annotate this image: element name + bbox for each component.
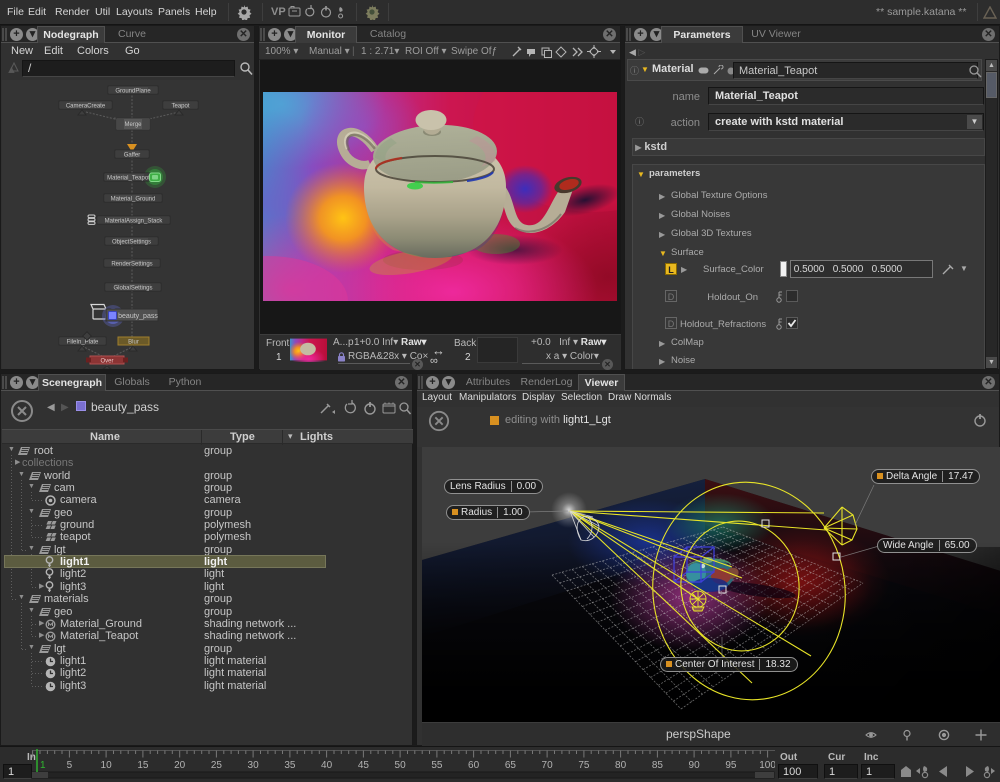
- svg-text:100: 100: [759, 760, 775, 771]
- svg-text:25: 25: [211, 760, 223, 771]
- svg-text:ObjectSettings: ObjectSettings: [112, 240, 151, 246]
- svg-text:Gaffer: Gaffer: [124, 153, 141, 159]
- svg-text:RenderSettings: RenderSettings: [111, 262, 152, 268]
- svg-text:30: 30: [248, 760, 260, 771]
- svg-text:GlobalSettings: GlobalSettings: [113, 286, 152, 292]
- svg-text:FileIn_Plate: FileIn_Plate: [67, 340, 99, 346]
- svg-text:Material_Teapot: Material_Teapot: [107, 176, 150, 182]
- svg-text:65: 65: [505, 760, 517, 771]
- svg-text:45: 45: [358, 760, 370, 771]
- svg-text:Material_Ground: Material_Ground: [111, 197, 156, 203]
- svg-text:20: 20: [174, 760, 186, 771]
- svg-text:40: 40: [321, 760, 333, 771]
- svg-text:15: 15: [137, 760, 149, 771]
- svg-text:35: 35: [284, 760, 296, 771]
- svg-text:Merge: Merge: [124, 122, 142, 128]
- svg-text:MaterialAssign_Stack: MaterialAssign_Stack: [105, 219, 164, 225]
- svg-text:55: 55: [431, 760, 443, 771]
- svg-text:CameraCreate: CameraCreate: [66, 104, 106, 110]
- svg-text:Teapot: Teapot: [171, 104, 189, 110]
- svg-text:85: 85: [652, 760, 664, 771]
- svg-text:beauty_pass: beauty_pass: [118, 313, 158, 320]
- svg-text:5: 5: [67, 760, 73, 771]
- svg-text:1: 1: [40, 760, 46, 771]
- svg-text:GroundPlane: GroundPlane: [115, 89, 151, 95]
- svg-text:10: 10: [101, 760, 113, 771]
- svg-text:95: 95: [725, 760, 737, 771]
- svg-text:Blur: Blur: [128, 340, 139, 346]
- svg-text:75: 75: [578, 760, 590, 771]
- svg-text:90: 90: [689, 760, 701, 771]
- svg-text:60: 60: [468, 760, 480, 771]
- svg-text:Over: Over: [100, 359, 113, 365]
- svg-text:50: 50: [395, 760, 407, 771]
- svg-text:80: 80: [615, 760, 627, 771]
- svg-text:70: 70: [542, 760, 554, 771]
